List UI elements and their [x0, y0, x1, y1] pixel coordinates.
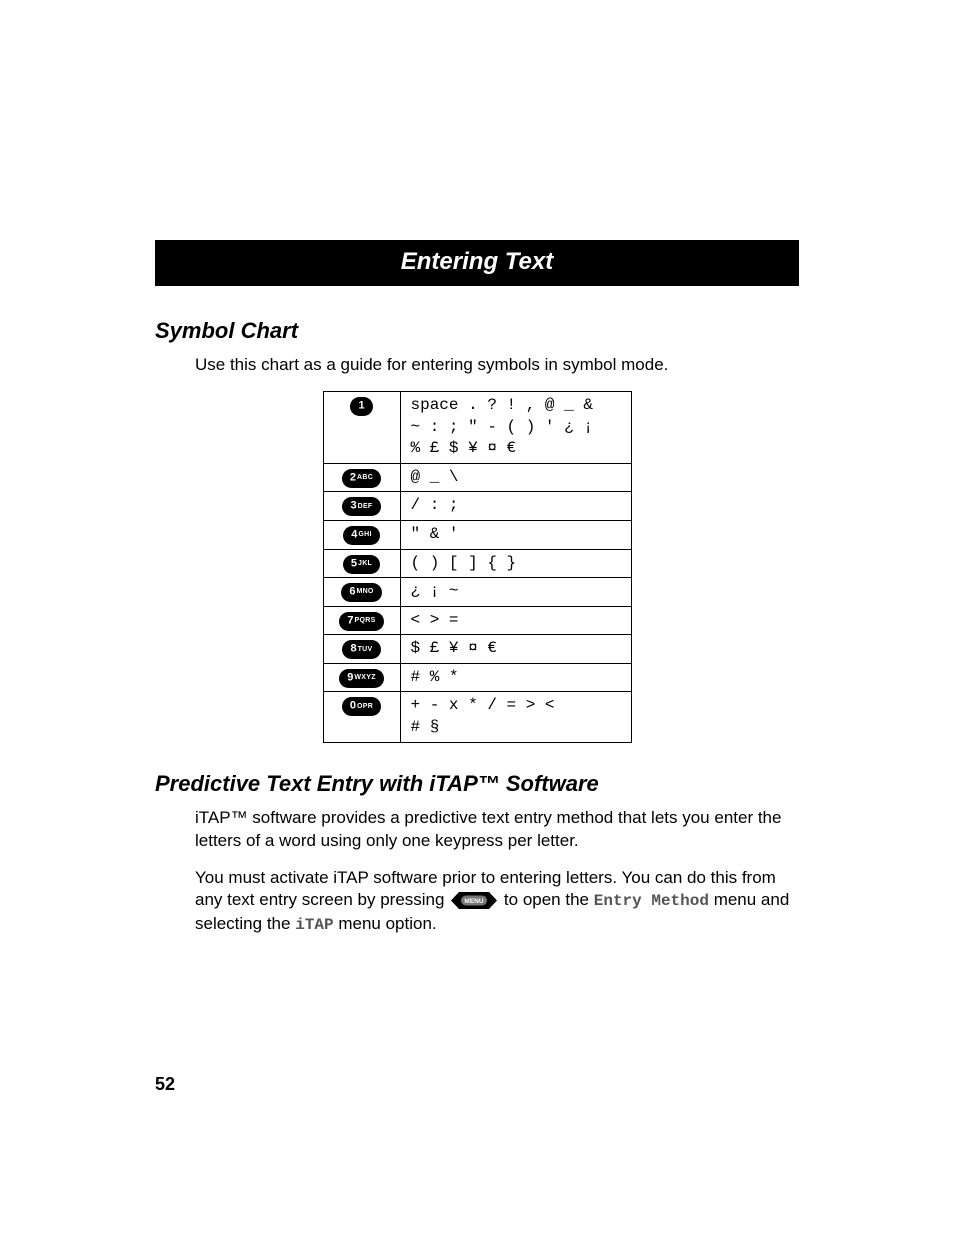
phone-key-letters: GHI [358, 531, 371, 538]
ui-text-entry-method: Entry Method [594, 892, 709, 910]
phone-key-icon: 3DEF [342, 497, 380, 516]
key-cell: 0OPR [323, 692, 400, 742]
ui-text-itap: iTAP [295, 916, 333, 934]
predictive-p2-fragment-d: menu option. [338, 914, 436, 933]
menu-key-icon: MENU [451, 892, 497, 909]
symbols-cell: # % * [400, 663, 631, 692]
table-row: 7PQRS < > = [323, 606, 631, 635]
table-row: 0OPR + - x * / = > < # § [323, 692, 631, 742]
heading-symbol-chart: Symbol Chart [155, 318, 799, 344]
phone-key-number: 7 [347, 614, 353, 626]
phone-key-icon: 4GHI [343, 526, 379, 545]
phone-key-letters: MNO [356, 588, 373, 595]
predictive-p2-fragment-b: to open the [504, 890, 594, 909]
key-cell: 7PQRS [323, 606, 400, 635]
symbols-cell: + - x * / = > < # § [400, 692, 631, 742]
symbol-chart-wrapper: 1 space . ? ! , @ _ & ~ : ; " - ( ) ' ¿ ¡… [155, 391, 799, 743]
symbols-text: " & ' [411, 524, 621, 546]
symbols-cell: / : ; [400, 492, 631, 521]
phone-key-number: 3 [350, 500, 356, 512]
symbols-text: / : ; [411, 495, 621, 517]
phone-key-icon: 7PQRS [339, 612, 383, 631]
table-row: 9WXYZ # % * [323, 663, 631, 692]
key-cell: 5JKL [323, 549, 400, 578]
key-cell: 4GHI [323, 520, 400, 549]
phone-key-icon: 0OPR [342, 697, 381, 716]
symbols-cell: @ _ \ [400, 463, 631, 492]
symbols-cell: $ £ ¥ ¤ € [400, 635, 631, 664]
phone-key-number: 1 [358, 399, 364, 411]
key-cell: 8TUV [323, 635, 400, 664]
symbols-text: $ £ ¥ ¤ € [411, 638, 621, 660]
phone-key-letters: JKL [358, 560, 372, 567]
phone-key-number: 8 [350, 643, 356, 655]
phone-key-letters: ABC [357, 474, 373, 481]
table-row: 8TUV $ £ ¥ ¤ € [323, 635, 631, 664]
symbol-chart-table: 1 space . ? ! , @ _ & ~ : ; " - ( ) ' ¿ ¡… [323, 391, 632, 743]
phone-key-letters: WXYZ [354, 674, 375, 681]
key-cell: 3DEF [323, 492, 400, 521]
page-number: 52 [155, 1074, 175, 1095]
phone-key-number: 6 [349, 585, 355, 597]
symbols-text: @ _ \ [411, 467, 621, 489]
key-cell: 9WXYZ [323, 663, 400, 692]
phone-key-number: 9 [347, 671, 353, 683]
phone-key-number: 4 [351, 528, 357, 540]
phone-key-number: 2 [350, 471, 356, 483]
section-heading-text: Entering Text [401, 248, 553, 275]
symbols-text: + - x * / = > < # § [411, 695, 621, 738]
phone-key-icon: 6MNO [341, 583, 381, 602]
table-row: 3DEF / : ; [323, 492, 631, 521]
phone-key-icon: 9WXYZ [339, 669, 384, 688]
symbols-cell: ¿ ¡ ~ [400, 578, 631, 607]
section-heading-bar: Entering Text [155, 240, 799, 286]
predictive-paragraph-1: iTAP™ software provides a predictive tex… [195, 807, 799, 853]
predictive-paragraph-2: You must activate iTAP software prior to… [195, 867, 799, 937]
table-row: 5JKL ( ) [ ] { } [323, 549, 631, 578]
symbols-cell: space . ? ! , @ _ & ~ : ; " - ( ) ' ¿ ¡ … [400, 391, 631, 463]
phone-key-letters: DEF [358, 503, 373, 510]
symbols-cell: ( ) [ ] { } [400, 549, 631, 578]
symbols-cell: < > = [400, 606, 631, 635]
phone-key-number: 5 [351, 557, 357, 569]
phone-key-letters: TUV [358, 646, 373, 653]
table-row: 4GHI " & ' [323, 520, 631, 549]
symbol-chart-intro: Use this chart as a guide for entering s… [195, 354, 799, 377]
heading-predictive-text: Predictive Text Entry with iTAP™ Softwar… [155, 771, 799, 797]
symbols-text: ¿ ¡ ~ [411, 581, 621, 603]
table-row: 2ABC @ _ \ [323, 463, 631, 492]
menu-key-label: MENU [465, 899, 484, 906]
key-cell: 6MNO [323, 578, 400, 607]
key-cell: 2ABC [323, 463, 400, 492]
symbols-text: space . ? ! , @ _ & ~ : ; " - ( ) ' ¿ ¡ … [411, 395, 621, 460]
phone-key-number: 0 [350, 700, 356, 712]
table-row: 1 space . ? ! , @ _ & ~ : ; " - ( ) ' ¿ ¡… [323, 391, 631, 463]
phone-key-icon: 1 [350, 397, 372, 416]
symbols-cell: " & ' [400, 520, 631, 549]
symbols-text: ( ) [ ] { } [411, 553, 621, 575]
symbols-text: # % * [411, 667, 621, 689]
phone-key-letters: OPR [357, 703, 373, 710]
phone-key-icon: 5JKL [343, 555, 380, 574]
symbols-text: < > = [411, 610, 621, 632]
phone-key-icon: 2ABC [342, 469, 381, 488]
phone-key-icon: 8TUV [342, 640, 380, 659]
key-cell: 1 [323, 391, 400, 463]
phone-key-letters: PQRS [355, 617, 376, 624]
table-row: 6MNO ¿ ¡ ~ [323, 578, 631, 607]
